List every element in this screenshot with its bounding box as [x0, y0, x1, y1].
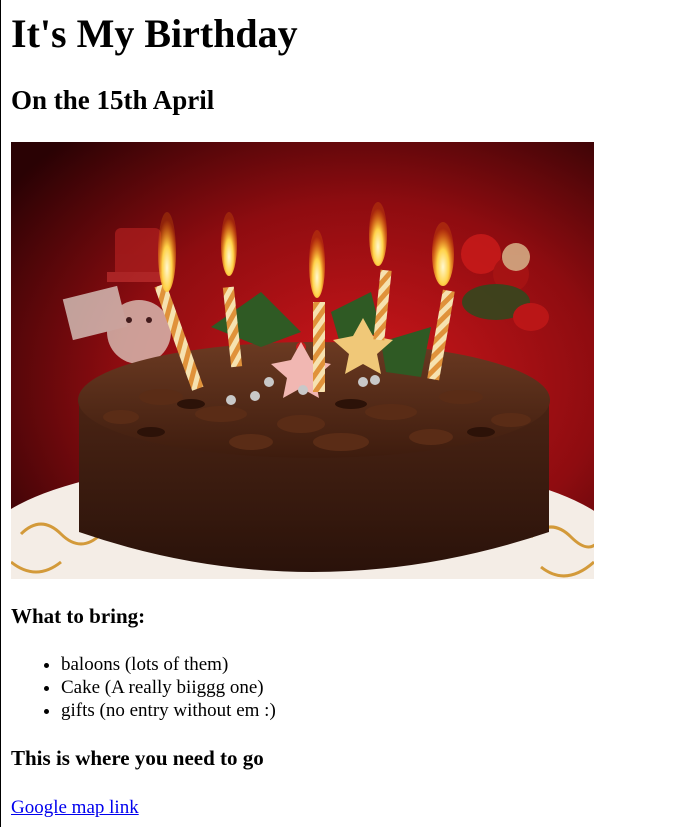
directions-heading: This is where you need to go: [11, 746, 264, 770]
page-subtitle: On the 15th April: [11, 85, 215, 115]
birthday-cake-photo: [11, 142, 594, 579]
list-item: gifts (no entry without em :): [61, 699, 276, 722]
bring-list: baloons (lots of them) Cake (A really bi…: [11, 653, 276, 722]
list-item: baloons (lots of them): [61, 653, 276, 676]
list-item: Cake (A really biiggg one): [61, 676, 276, 699]
google-map-link[interactable]: Google map link: [11, 796, 139, 819]
what-to-bring-heading: What to bring:: [11, 604, 146, 628]
page-title: It's My Birthday: [11, 11, 298, 56]
page-left-border: [0, 0, 1, 827]
